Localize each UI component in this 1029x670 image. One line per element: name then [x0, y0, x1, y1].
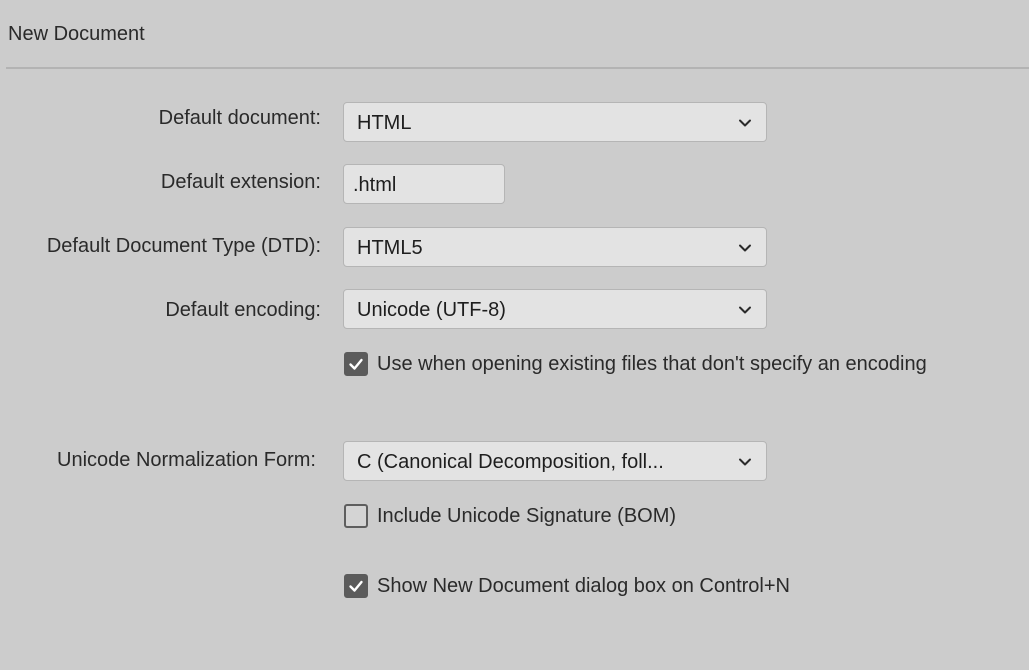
show-dialog-checkbox[interactable] [344, 574, 368, 598]
default-document-label: Default document: [158, 107, 321, 129]
checkmark-icon [349, 358, 363, 370]
include-bom-label: Include Unicode Signature (BOM) [377, 505, 677, 527]
normalization-form-label: Unicode Normalization Form: [57, 449, 316, 471]
default-document-select[interactable]: HTML [343, 102, 767, 142]
normalization-form-select[interactable]: C (Canonical Decomposition, foll... [343, 441, 767, 481]
chevron-down-icon [739, 244, 751, 252]
panel-title: New Document [8, 23, 145, 45]
normalization-form-value: C (Canonical Decomposition, foll... [357, 451, 664, 473]
default-dtd-select[interactable]: HTML5 [343, 227, 767, 267]
checkmark-icon [349, 580, 363, 592]
default-encoding-label: Default encoding: [165, 299, 321, 321]
default-dtd-value: HTML5 [357, 237, 423, 259]
chevron-down-icon [739, 306, 751, 314]
default-extension-label: Default extension: [160, 171, 321, 193]
use-encoding-existing-label: Use when opening existing files that don… [377, 353, 927, 375]
default-encoding-select[interactable]: Unicode (UTF-8) [343, 289, 767, 329]
default-extension-value: .html [353, 174, 397, 196]
default-document-value: HTML [357, 112, 412, 134]
chevron-down-icon [739, 458, 751, 466]
show-dialog-label: Show New Document dialog box on Control+… [377, 575, 790, 597]
title-divider [6, 67, 1029, 69]
default-extension-field[interactable]: .html [343, 164, 505, 204]
include-bom-checkbox[interactable] [344, 504, 368, 528]
chevron-down-icon [739, 119, 751, 127]
use-encoding-existing-checkbox[interactable] [344, 352, 368, 376]
default-encoding-value: Unicode (UTF-8) [357, 299, 506, 321]
default-dtd-label: Default Document Type (DTD): [46, 235, 321, 257]
